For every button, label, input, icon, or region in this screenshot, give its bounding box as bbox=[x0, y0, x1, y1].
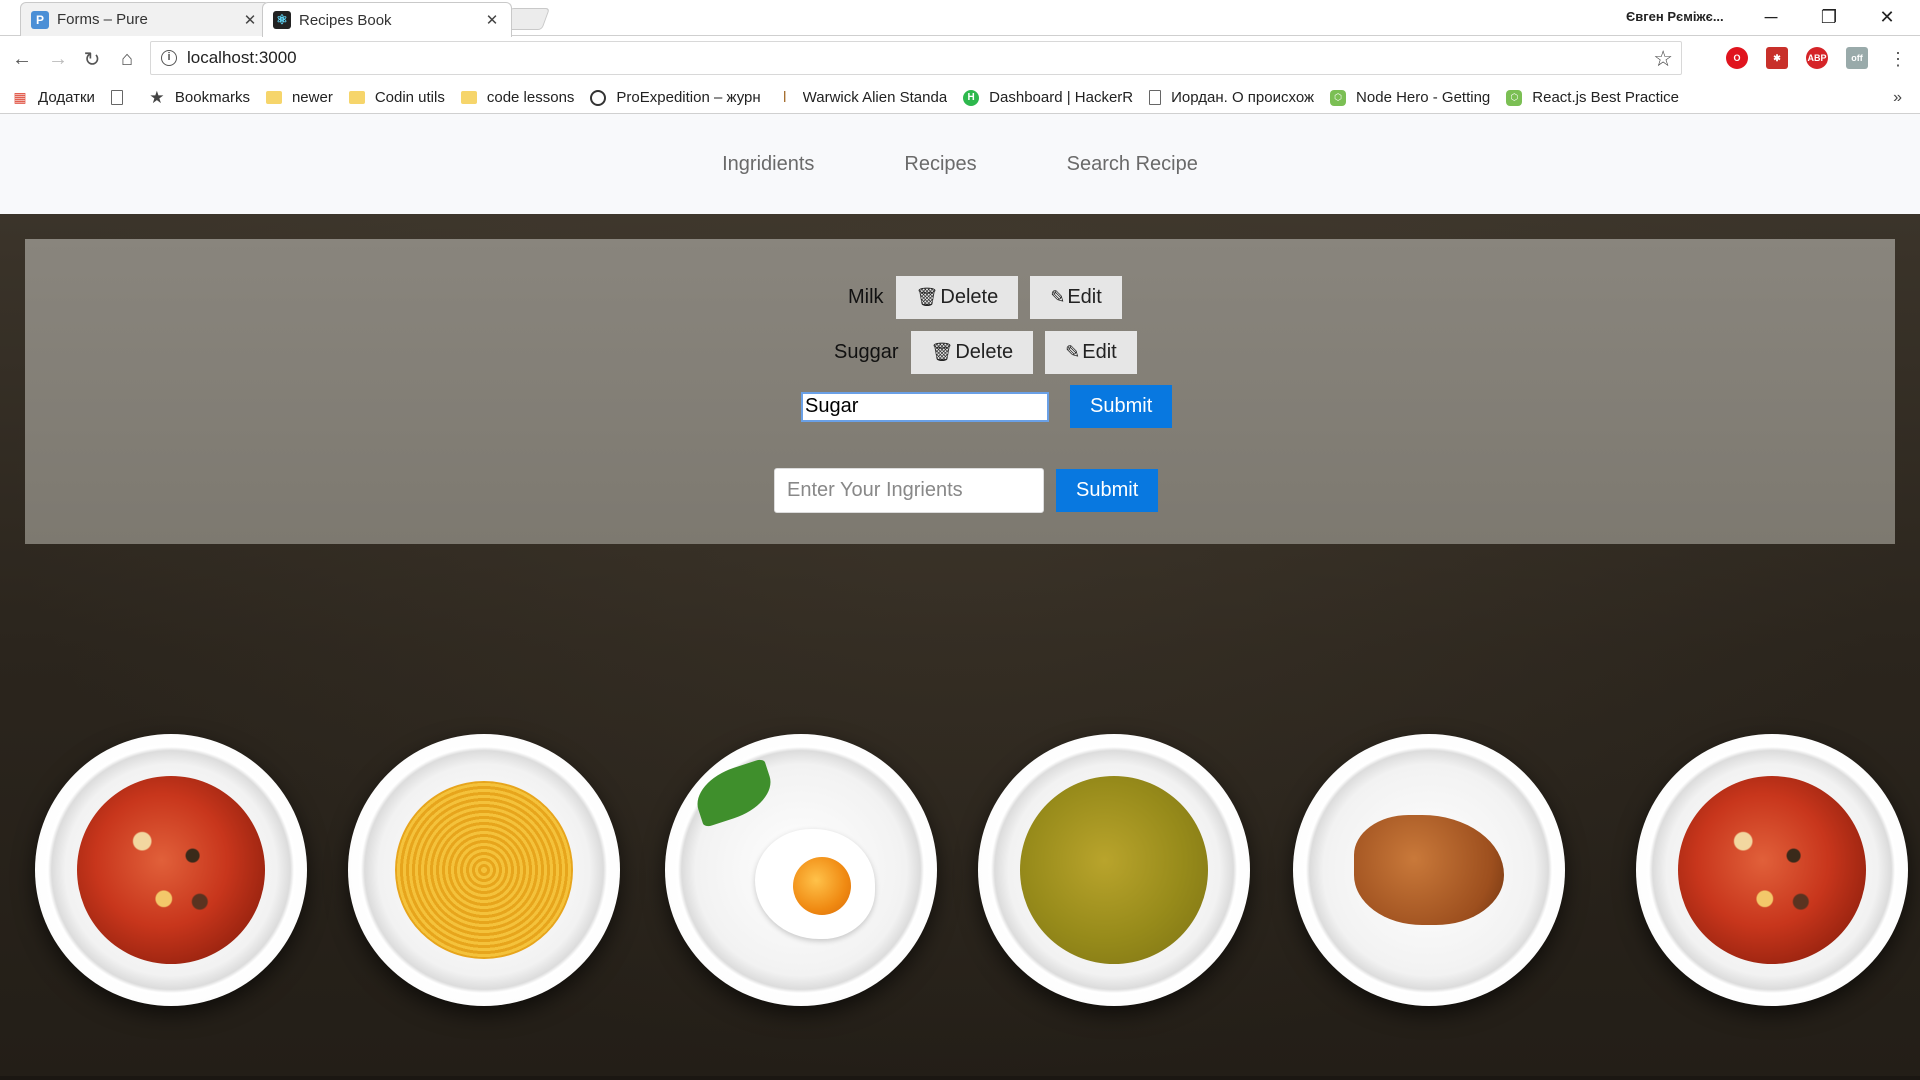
delete-button[interactable]: 🗑 Delete bbox=[910, 331, 1034, 374]
bookmark-star-icon[interactable]: ☆ bbox=[1653, 46, 1673, 72]
tab-recipes-book[interactable]: ⚛ Recipes Book ✕ bbox=[262, 2, 512, 37]
edit-icon: ✎ bbox=[1050, 287, 1066, 307]
ingredient-name: Suggar bbox=[834, 341, 899, 363]
edit-button[interactable]: ✎ Edit bbox=[1030, 276, 1122, 319]
plate-pea-soup bbox=[978, 734, 1250, 1006]
forward-icon[interactable]: → bbox=[42, 43, 74, 75]
bookmark-item[interactable]: ProExpedition – журн bbox=[590, 89, 761, 106]
bookmark-item[interactable]: ★ Bookmarks bbox=[149, 87, 250, 107]
restore-icon[interactable]: ❐ bbox=[1800, 0, 1858, 34]
reload-icon[interactable]: ↻ bbox=[76, 43, 108, 75]
nav-ingridients[interactable]: Ingridients bbox=[722, 153, 814, 176]
bookmark-item[interactable]: Иордан. О происхож bbox=[1149, 89, 1314, 106]
tab-title: Recipes Book bbox=[299, 11, 392, 29]
edit-submit-button[interactable]: Submit bbox=[1070, 385, 1173, 428]
back-icon[interactable]: ← bbox=[6, 43, 38, 75]
browser-tabstrip: P Forms – Pure ✕ ⚛ Recipes Book ✕ Євген … bbox=[0, 0, 1920, 37]
plate-croissants bbox=[1293, 734, 1565, 1006]
extension-icon[interactable]: ✱ bbox=[1766, 47, 1788, 69]
brush-icon: ǀ bbox=[782, 89, 787, 106]
bookmark-item[interactable]: ǀ Warwick Alien Standa bbox=[777, 89, 947, 106]
plate-pasta bbox=[348, 734, 620, 1006]
delete-button[interactable]: 🗑 Delete bbox=[895, 276, 1019, 319]
ingredients-panel: Milk 🗑 Delete ✎ Edit Suggar 🗑 Delete ✎ Edit … bbox=[25, 239, 1895, 544]
bookmark-item[interactable]: ⬡ React.js Best Practice bbox=[1506, 89, 1679, 106]
nav-search-recipe[interactable]: Search Recipe bbox=[1067, 153, 1198, 176]
extension-off-icon[interactable]: off bbox=[1846, 47, 1868, 69]
circle-icon bbox=[590, 89, 607, 106]
hackerrank-icon: H bbox=[963, 89, 980, 106]
ingredient-row-milk: Milk 🗑 Delete ✎ Edit bbox=[848, 276, 1128, 319]
add-ingredient-input[interactable] bbox=[774, 468, 1044, 513]
trash-icon: 🗑 bbox=[915, 287, 939, 307]
minimize-icon[interactable]: ─ bbox=[1742, 0, 1800, 34]
folder-icon bbox=[460, 91, 477, 104]
react-favicon-icon: ⚛ bbox=[273, 11, 291, 29]
pure-favicon-icon: P bbox=[31, 10, 49, 29]
node-icon: ⬡ bbox=[1506, 89, 1523, 106]
address-input[interactable] bbox=[187, 48, 1587, 68]
profile-name[interactable]: Євген Рєміжє... bbox=[1626, 9, 1724, 24]
star-icon: ★ bbox=[149, 87, 165, 107]
page-icon bbox=[110, 90, 123, 105]
browser-toolbar: ← → ↻ ⌂ i ☆ O ✱ ABP off ⋮ bbox=[0, 36, 1920, 82]
bookmark-item[interactable]: Codin utils bbox=[348, 89, 445, 106]
ingredient-name: Milk bbox=[848, 286, 884, 308]
address-bar[interactable]: i ☆ bbox=[150, 41, 1682, 75]
nav-recipes[interactable]: Recipes bbox=[904, 153, 976, 176]
apps-icon: ▦ bbox=[13, 89, 27, 105]
bookmark-item[interactable]: code lessons bbox=[460, 89, 574, 106]
plate-soup bbox=[1636, 734, 1908, 1006]
edit-ingredient-input[interactable] bbox=[801, 391, 1049, 422]
add-ingredient-form: Submit bbox=[774, 468, 1159, 513]
app-background: Milk 🗑 Delete ✎ Edit Suggar 🗑 Delete ✎ Edit … bbox=[0, 214, 1920, 1080]
bookmarks-bar: ▦ Додатки ★ Bookmarks newer Codin utils co… bbox=[0, 82, 1920, 114]
close-icon[interactable]: ✕ bbox=[241, 11, 259, 29]
ingredient-row-suggar: Suggar 🗑 Delete ✎ Edit bbox=[834, 331, 1143, 374]
app-navbar: Ingridients Recipes Search Recipe bbox=[0, 114, 1920, 214]
bookmark-item[interactable]: H Dashboard | HackerR bbox=[963, 89, 1133, 106]
plate-egg bbox=[665, 734, 937, 1006]
edit-icon: ✎ bbox=[1065, 342, 1081, 362]
page-icon bbox=[1149, 90, 1162, 105]
close-icon[interactable]: ✕ bbox=[483, 11, 501, 29]
bottom-edge bbox=[0, 1076, 1920, 1080]
tab-forms-pure[interactable]: P Forms – Pure ✕ bbox=[20, 2, 270, 36]
bookmark-item[interactable] bbox=[110, 90, 133, 105]
adblock-icon[interactable]: ABP bbox=[1806, 47, 1828, 69]
bookmark-item[interactable]: newer bbox=[265, 89, 333, 106]
menu-icon[interactable]: ⋮ bbox=[1882, 43, 1914, 75]
edit-button[interactable]: ✎ Edit bbox=[1045, 331, 1137, 374]
bookmark-item[interactable]: ⬡ Node Hero - Getting bbox=[1330, 89, 1490, 106]
info-icon[interactable]: i bbox=[161, 50, 177, 66]
folder-icon bbox=[265, 91, 282, 104]
bookmark-item[interactable]: ▦ Додатки bbox=[12, 89, 95, 106]
chevron-right-icon[interactable]: » bbox=[1893, 89, 1902, 107]
edit-ingredient-form: Submit bbox=[801, 385, 1173, 428]
add-submit-button[interactable]: Submit bbox=[1056, 469, 1159, 512]
opera-extension-icon[interactable]: O bbox=[1726, 47, 1748, 69]
node-icon: ⬡ bbox=[1330, 89, 1347, 106]
plate-soup bbox=[35, 734, 307, 1006]
folder-icon bbox=[348, 91, 365, 104]
close-window-icon[interactable]: ✕ bbox=[1858, 0, 1916, 34]
tab-title: Forms – Pure bbox=[57, 11, 148, 28]
home-icon[interactable]: ⌂ bbox=[111, 43, 143, 75]
trash-icon: 🗑 bbox=[930, 342, 954, 362]
